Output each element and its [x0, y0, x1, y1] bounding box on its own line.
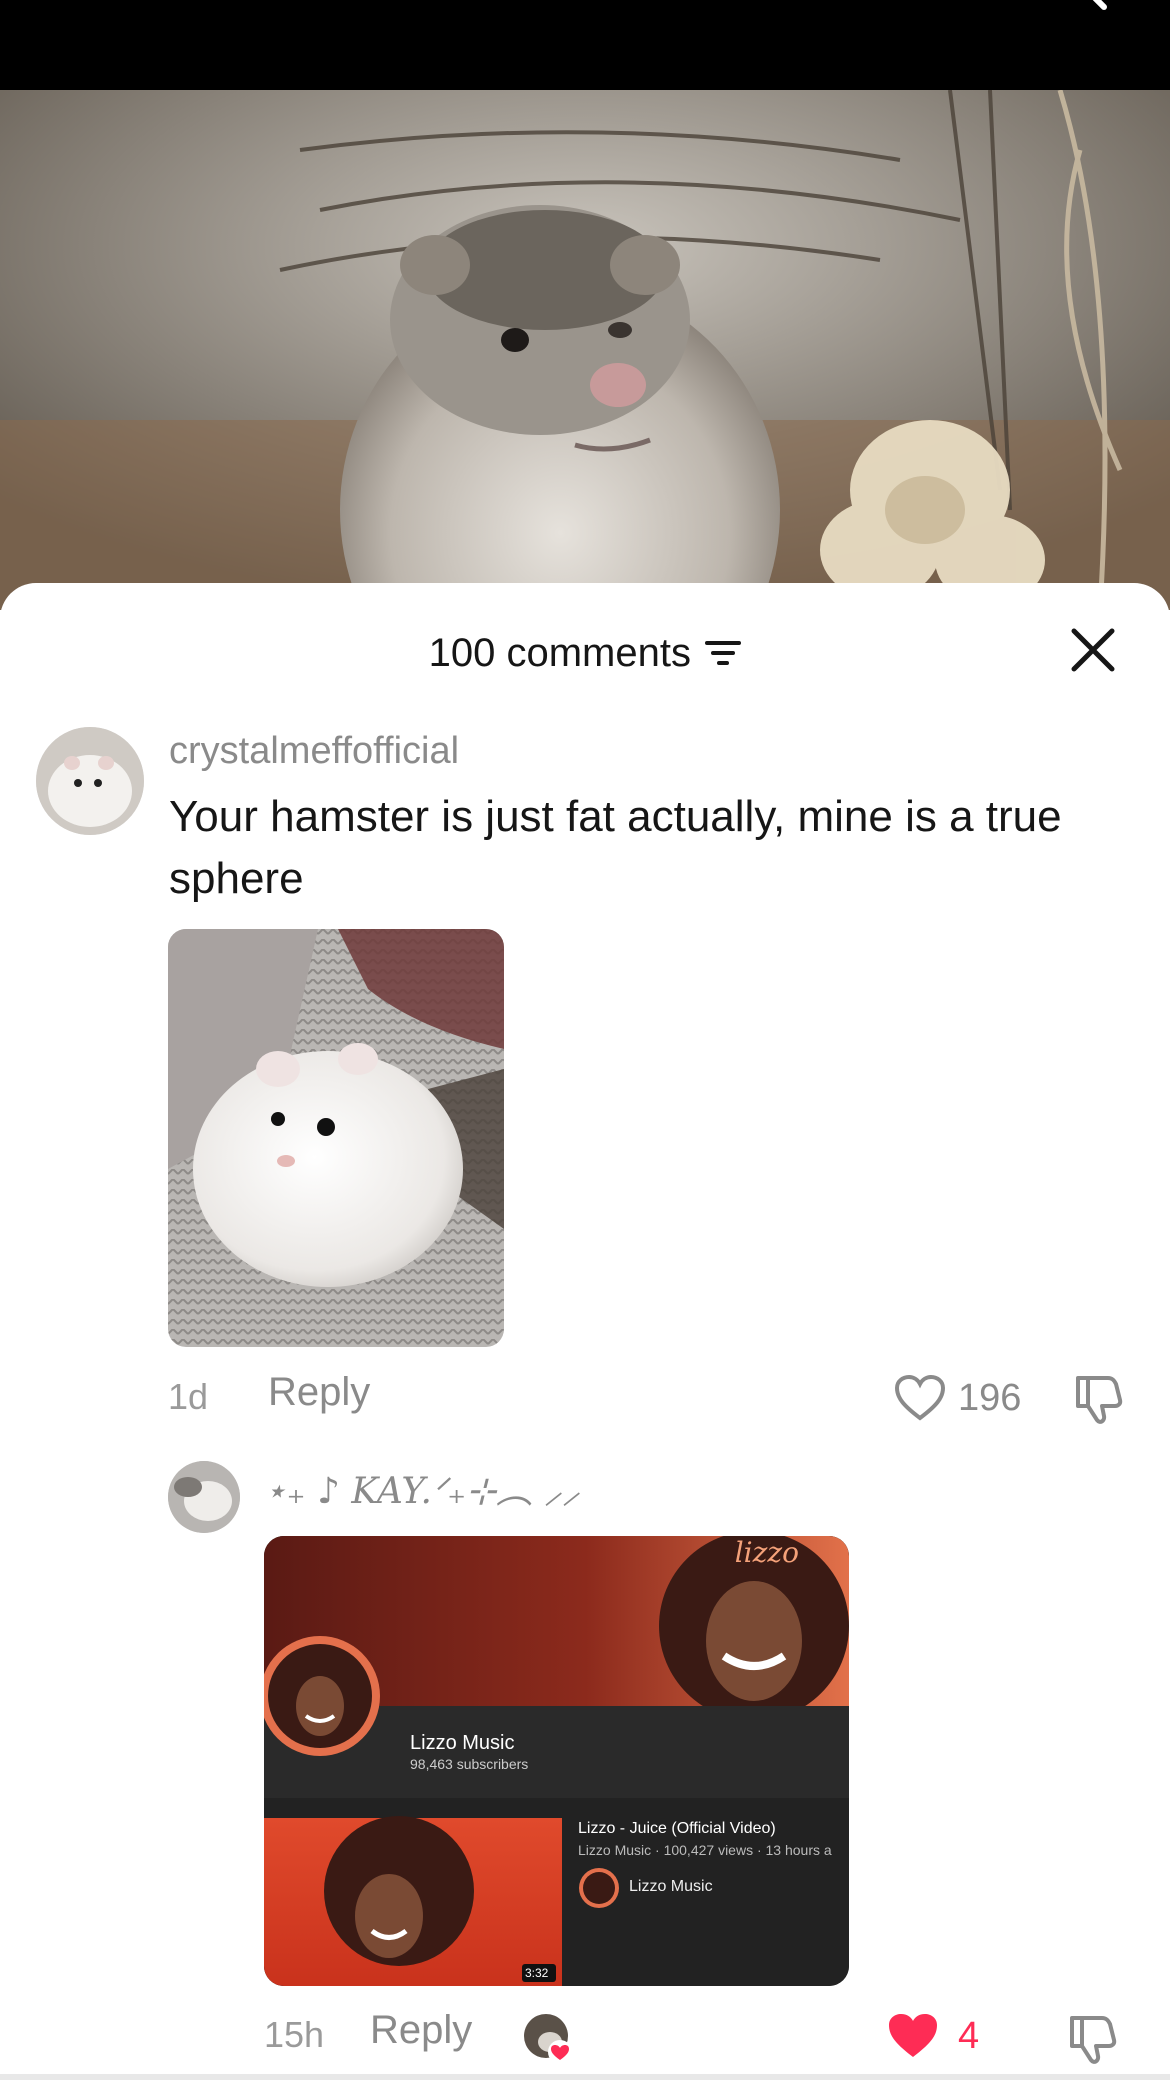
- channel-name: Lizzo Music: [410, 1732, 515, 1754]
- comment-username[interactable]: crystalmeffofficial: [169, 730, 459, 773]
- comment-actions: 1d Reply 196: [168, 1370, 1128, 1426]
- comment-time: 1d: [168, 1376, 209, 1417]
- creator-avatar-icon: [524, 2014, 572, 2064]
- search-icon[interactable]: [1054, 0, 1110, 15]
- comment-actions: 15h Reply 4: [264, 2008, 1128, 2068]
- white-hamster-photo: [168, 929, 504, 1347]
- hamster-avatar-image: [36, 727, 144, 835]
- comment-image-attachment[interactable]: lizzo Lizzo Music 98,463 subscribers Liz…: [264, 1536, 849, 1986]
- comments-count-title: 100 comments: [428, 631, 691, 675]
- bottom-divider: [0, 2074, 1170, 2080]
- user-avatar-image: [168, 1461, 240, 1533]
- comment-image-attachment[interactable]: [168, 929, 504, 1347]
- like-count: 4: [958, 2014, 980, 2057]
- video-meta: Lizzo Music · 100,427 views · 13 hours a: [578, 1842, 832, 1858]
- back-icon[interactable]: [60, 0, 90, 10]
- reply-button[interactable]: Reply: [268, 1370, 370, 1415]
- brand-logo-text: lizzo: [734, 1536, 799, 1569]
- dislike-icon[interactable]: [1064, 2012, 1118, 2066]
- dislike-icon[interactable]: [1070, 1372, 1124, 1426]
- like-count: 196: [958, 1376, 1022, 1419]
- comment-time: 15h: [264, 2014, 325, 2055]
- hamster-video-frame: [0, 90, 1170, 610]
- heart-filled-icon: [889, 2014, 937, 2057]
- avatar[interactable]: [168, 1461, 240, 1533]
- creator-liked-badge: [522, 2012, 576, 2066]
- like-button[interactable]: 196: [894, 1370, 1021, 1426]
- video-channel-name: Lizzo Music: [629, 1878, 713, 1895]
- youtube-channel-screenshot: [264, 1536, 849, 1986]
- comment-username[interactable]: ⋆₊ ♪ KAY.ᐟ₊⊹︵ ⸝⸝: [264, 1462, 580, 1514]
- close-icon[interactable]: [1070, 627, 1116, 673]
- avatar[interactable]: [36, 727, 144, 835]
- top-bar: [0, 0, 1170, 90]
- reply-button[interactable]: Reply: [370, 2008, 472, 2053]
- like-button[interactable]: 4: [886, 2008, 979, 2064]
- heart-outline-icon: [894, 1374, 946, 1421]
- sort-filter-icon[interactable]: [705, 638, 742, 668]
- comment-text: Your hamster is just fat actually, mine …: [169, 792, 1062, 903]
- comments-header: 100 comments: [0, 623, 1170, 683]
- video-duration: 3:32: [525, 1966, 549, 1980]
- subscriber-count: 98,463 subscribers: [410, 1756, 529, 1772]
- video-player[interactable]: [0, 90, 1170, 610]
- video-title: Lizzo - Juice (Official Video): [578, 1820, 776, 1837]
